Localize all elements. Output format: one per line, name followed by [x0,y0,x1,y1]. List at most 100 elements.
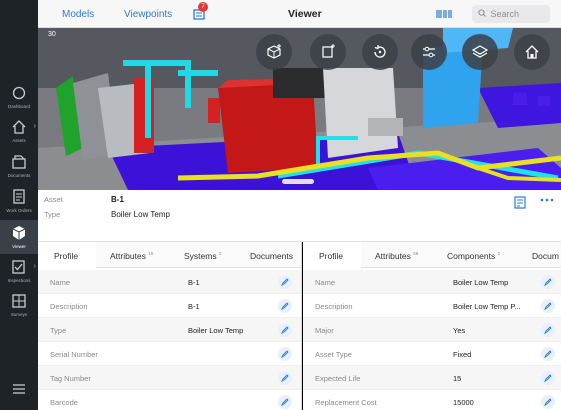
edit-button[interactable] [278,347,292,361]
pencil-icon [281,302,289,310]
property-list: Name Boiler Low Temp Description Boiler … [303,270,561,410]
tab-count: 2 [497,251,501,257]
edit-button[interactable] [541,299,555,313]
search-input[interactable]: Search [472,5,550,23]
pencil-icon [544,350,552,358]
row-label: Type [50,326,67,335]
row-label: Tag Number [50,374,91,383]
more-options-button[interactable] [540,196,554,206]
property-list: Name B-1 Description B-1 Type Boiler Low… [38,270,301,410]
row-label: Major [315,326,334,335]
pencil-icon [544,278,552,286]
row-value: B-1 [188,302,200,311]
row-label: Description [315,302,353,311]
sidebar-item-label: Assets [12,138,26,143]
pencil-icon [281,350,289,358]
reset-view-button[interactable] [362,34,398,70]
edit-button[interactable] [278,371,292,385]
panel-drag-handle[interactable] [282,179,314,184]
pencil-icon [544,326,552,334]
tab-count: 10 [148,251,154,257]
row-value: Yes [453,326,466,335]
viewpoints-tab[interactable]: Viewpoints [124,9,172,20]
type-properties-panel: Profile Attributes 58 Components 2 Docum… [303,242,561,410]
sidebar-item-assets[interactable]: › Assets [0,118,38,158]
edit-button[interactable] [278,323,292,337]
type-value: Boiler Low Temp [111,210,170,219]
asset-label: Asset [44,195,63,204]
tab-components[interactable]: Components 2 [447,242,500,268]
layers-button[interactable] [462,34,498,70]
model-viewport[interactable]: 30 [38,28,561,190]
section-box-icon [322,44,335,58]
table-row: Description Boiler Low Temp P... [303,294,561,318]
tab-bar: Profile Attributes 10 Systems 2 Document… [38,242,301,268]
table-row: Description B-1 [38,294,301,318]
sidebar-item-documents[interactable]: Documents [0,153,38,193]
pencil-icon [281,398,289,406]
tab-documents[interactable]: Documents [250,242,293,268]
edit-button[interactable] [541,347,555,361]
table-row: Replacement Cost 15000 [303,390,561,410]
sidebar-item-label: Viewer [12,244,26,249]
chevron-right-icon: › [33,263,36,270]
sidebar-item-label: Surveys [10,312,28,317]
sidebar-item-label: Documents [7,173,31,178]
section-box-button[interactable] [310,34,346,70]
tab-attributes[interactable]: Attributes 10 [110,242,153,268]
survey-icon [10,292,28,310]
edit-button[interactable] [541,323,555,337]
models-tab[interactable]: Models [62,9,94,20]
row-value: B-1 [188,278,200,287]
page-title: Viewer [288,8,322,20]
sidebar-item-viewer[interactable]: Viewer [0,220,38,254]
barcode-scan-button[interactable] [436,9,452,21]
row-label: Expected Life [315,374,361,383]
asset-properties-panel: Profile Attributes 10 Systems 2 Document… [38,242,302,410]
menu-button[interactable] [0,380,38,400]
sidebar-item-surveys[interactable]: Surveys [0,292,38,332]
top-navigation-bar: Models Viewpoints 7 Viewer Search [38,0,561,28]
asset-value: B-1 [111,195,124,204]
row-value: Fixed [453,350,472,359]
cube-icon [10,224,28,242]
table-row: Name B-1 [38,270,301,294]
add-model-button[interactable] [256,34,292,70]
table-row: Barcode [38,390,301,410]
hamburger-menu-icon [10,380,28,398]
left-sidebar: Dashboard › Assets Documents Work Orders… [0,0,38,410]
tab-label: Docum [532,251,559,261]
sidebar-item-label: Dashboard [7,104,30,109]
tab-count: 58 [413,251,419,257]
settings-button[interactable] [411,34,447,70]
tab-profile[interactable]: Profile [303,242,361,268]
sidebar-item-label: Inspections [7,278,31,283]
edit-button[interactable] [278,275,292,289]
tab-attributes[interactable]: Attributes 58 [375,242,418,268]
sidebar-item-label: Work Orders [6,208,32,213]
home-icon [525,45,539,59]
notes-button[interactable] [514,196,526,211]
tab-profile[interactable]: Profile [38,242,96,268]
tab-label: Components [447,251,496,261]
edit-button[interactable] [541,395,555,409]
tab-systems[interactable]: Systems 2 [184,242,221,268]
frame-rate-counter: 30 [48,31,56,38]
row-label: Barcode [50,398,78,407]
row-label: Serial Number [50,350,98,359]
row-value: Boiler Low Temp [188,326,244,335]
documents-icon [10,153,28,171]
home-view-button[interactable] [514,34,550,70]
notification-badge: 7 [198,2,208,12]
row-label: Asset Type [315,350,352,359]
edit-button[interactable] [278,395,292,409]
tab-label: Documents [250,251,293,261]
layers-icon [471,45,489,58]
edit-button[interactable] [541,275,555,289]
tab-documents[interactable]: Docum [532,242,559,268]
barcode-icon [436,10,452,18]
edit-button[interactable] [541,371,555,385]
pencil-icon [544,374,552,382]
edit-button[interactable] [278,299,292,313]
search-placeholder: Search [490,9,520,19]
